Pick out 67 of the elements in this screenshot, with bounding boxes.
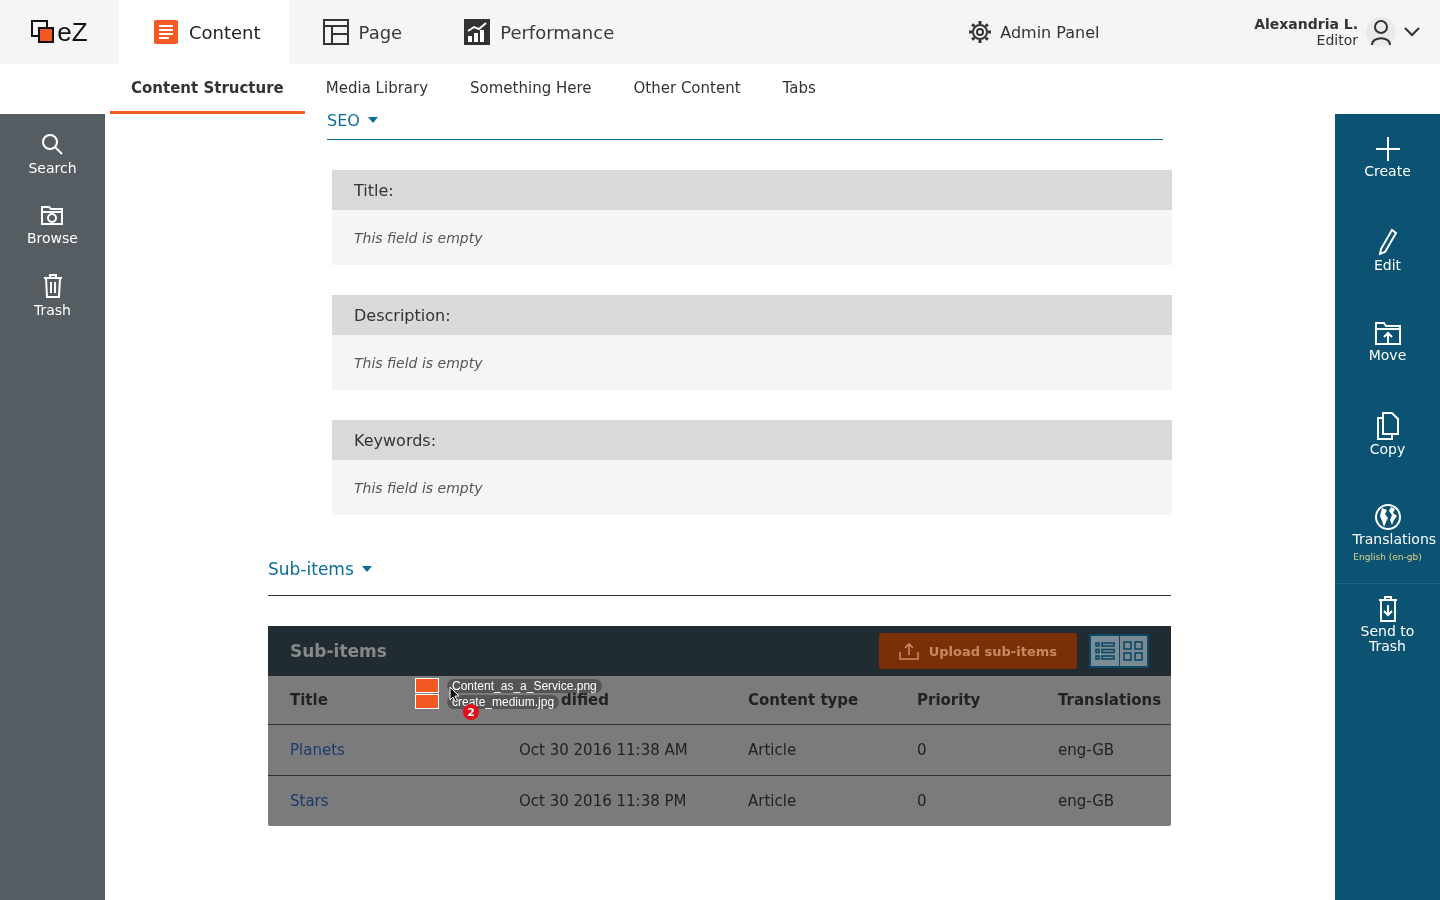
file-name: Content_as_a_Service.png [447, 678, 602, 693]
sub-tab[interactable]: Content Structure [110, 64, 305, 114]
sub-tab[interactable]: Other Content [612, 64, 762, 114]
action-button[interactable]: Create [1335, 136, 1440, 228]
file-thumbnail [415, 678, 439, 693]
column-header: dified [561, 691, 609, 709]
trash-icon [42, 274, 63, 298]
table-cell-text: Article [748, 741, 798, 759]
table-cell-text: eng-GB [1058, 741, 1116, 759]
main-tab[interactable]: Content [119, 0, 289, 64]
search-icon [40, 132, 65, 156]
field-value: This field is empty [354, 354, 483, 371]
action-button[interactable]: Copy [1335, 412, 1440, 504]
action-button[interactable]: Edit [1335, 228, 1440, 320]
file-name: create_medium.jpg [447, 694, 560, 709]
column-header: Translations [1058, 691, 1162, 709]
table-cell-text: Article [748, 792, 798, 810]
field-label: Title: [354, 180, 394, 200]
logo[interactable]: eZ [0, 0, 119, 64]
logo-icon [31, 20, 56, 44]
table-cell-text: 0 [917, 792, 928, 810]
table-cell-text: 0 [917, 741, 928, 759]
layout-icon [322, 19, 349, 45]
sub-tab[interactable]: Tabs [761, 64, 837, 114]
globe-icon [1374, 504, 1401, 530]
table-cell-text: Oct 30 2016 11:38 PM [519, 792, 688, 810]
action-button[interactable]: Send to Trash [1335, 596, 1440, 688]
folder-icon [40, 204, 65, 226]
table-cell-text: eng-GB [1058, 792, 1116, 810]
caret-down-icon [367, 117, 378, 123]
user-name: Alexandria L. [1254, 16, 1358, 32]
settings-icon [968, 20, 993, 44]
field-value: This field is empty [354, 229, 483, 246]
column-header: Priority [917, 691, 981, 709]
sub-tab[interactable]: Media Library [304, 64, 450, 114]
trash-icon [1377, 596, 1398, 622]
grid-icon [1123, 641, 1143, 661]
plus-icon [1374, 136, 1401, 162]
admin-panel-button[interactable]: Admin Panel [968, 0, 1100, 64]
copy-icon [1376, 412, 1399, 440]
chevron-down-icon[interactable] [1404, 27, 1420, 37]
avatar-icon[interactable] [1366, 17, 1396, 47]
sidebar-button[interactable]: Browse [27, 204, 78, 246]
sub-items-toggle[interactable]: Sub-items [268, 559, 1171, 596]
pencil-icon [1377, 228, 1398, 256]
file-thumbnail [415, 694, 439, 709]
caret-down-icon [361, 566, 372, 572]
sidebar-button[interactable]: Trash [34, 274, 71, 318]
user-role: Editor [1316, 32, 1358, 48]
column-header: Title [290, 691, 328, 709]
seo-toggle[interactable]: SEO [327, 113, 1163, 140]
column-header: Content type [748, 691, 859, 709]
table-cell-text: Oct 30 2016 11:38 AM [519, 741, 689, 759]
sidebar-button[interactable]: Search [28, 132, 77, 176]
document-icon [153, 19, 179, 45]
language-note: English (en-gb) [1353, 551, 1422, 562]
list-icon [1095, 641, 1115, 661]
action-button[interactable]: Move [1335, 320, 1440, 412]
field-label: Description: [354, 305, 451, 325]
panel-title: Sub-items [290, 641, 388, 661]
action-button[interactable]: Translations English (en-gb) [1335, 504, 1440, 584]
field-value: This field is empty [354, 479, 483, 496]
field-label: Keywords: [354, 430, 437, 450]
folder-upload-icon [1374, 320, 1401, 346]
sub-tab[interactable]: Something Here [449, 64, 613, 114]
upload-icon [898, 642, 919, 660]
chart-icon [464, 19, 491, 45]
